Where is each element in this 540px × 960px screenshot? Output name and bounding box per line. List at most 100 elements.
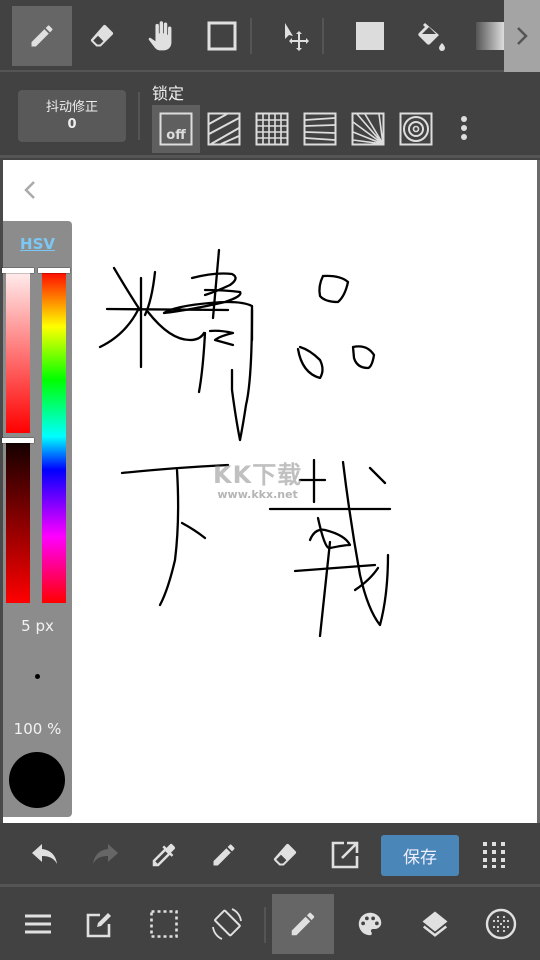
stroke (120, 463, 230, 475)
eraser-icon (273, 843, 297, 866)
chevron-left-icon (24, 181, 35, 199)
bucket-tool-button[interactable] (400, 6, 460, 66)
stroke (318, 274, 350, 304)
stroke (162, 288, 254, 342)
nav-color-button[interactable] (339, 894, 401, 954)
stroke (293, 563, 377, 573)
hamburger-icon (25, 914, 51, 934)
toolbar-divider (138, 92, 140, 140)
dotted-circle-icon (485, 908, 517, 940)
lock-off-icon: off (159, 112, 193, 146)
stroke (368, 466, 387, 485)
lock-off-button[interactable]: off (152, 105, 200, 153)
drawing-strokes (98, 248, 392, 638)
stroke (98, 308, 140, 349)
current-color-swatch[interactable] (9, 752, 65, 808)
layers-icon (422, 911, 448, 937)
lock-off-text: off (166, 128, 186, 143)
eyedropper-button[interactable] (140, 831, 188, 879)
value-slider-handle[interactable] (2, 438, 34, 443)
stroke (318, 540, 332, 638)
palette-icon (358, 912, 382, 936)
nav-menu-button[interactable] (7, 894, 69, 954)
redo-icon (93, 844, 118, 864)
stroke (208, 329, 235, 347)
bottom-navigation (0, 887, 540, 960)
hand-tool-button[interactable] (132, 6, 192, 66)
export-button[interactable] (321, 831, 369, 879)
dotted-selection-icon (150, 910, 178, 938)
nav-materials-button[interactable] (470, 894, 532, 954)
stabilizer-label: 抖动修正 (45, 100, 98, 115)
paint-bucket-icon (418, 23, 445, 51)
lock-parallel-button[interactable] (200, 105, 248, 153)
eraser-icon (90, 24, 114, 47)
grid-dots-icon (483, 842, 505, 868)
lock-radial-button[interactable] (344, 105, 392, 153)
more-menu-button[interactable] (470, 831, 518, 879)
lock-concentric-button[interactable] (392, 105, 440, 153)
fill-shape-tool-button[interactable] (340, 6, 400, 66)
stroke (112, 266, 142, 312)
undo-button[interactable] (21, 831, 69, 879)
pen-tool-button[interactable] (12, 6, 72, 66)
nav-divider (264, 907, 266, 943)
brush-size-value[interactable]: 5 px (3, 617, 72, 635)
filled-square-icon (356, 22, 384, 50)
nav-brush-button[interactable] (272, 894, 334, 954)
toolbar-divider (322, 18, 324, 54)
concentric-circles-icon (399, 112, 433, 146)
top-toolbar (0, 0, 540, 72)
color-panel: HSV 5 px 100 % (2, 221, 72, 817)
action-bar: 保存 (0, 823, 540, 887)
toolbar-scroll-right-button[interactable] (504, 0, 540, 72)
hand-icon (148, 21, 172, 51)
stroke (197, 331, 207, 394)
lock-grid-button[interactable] (248, 105, 296, 153)
nav-selection-button[interactable] (133, 894, 195, 954)
sub-toolbar: 抖动修正 0 锁定 off (0, 72, 540, 158)
redo-button[interactable] (81, 831, 129, 879)
collapse-panel-button[interactable] (19, 178, 43, 202)
save-button[interactable]: 保存 (381, 835, 459, 876)
stroke (230, 308, 254, 442)
saturation-slider-handle[interactable] (2, 268, 34, 273)
hsv-mode-tab[interactable]: HSV (3, 235, 72, 253)
stroke (180, 521, 207, 540)
undo-icon (32, 844, 57, 864)
gradient-icon (476, 22, 504, 50)
eyedropper-icon (152, 843, 176, 867)
rectangle-tool-button[interactable] (192, 6, 252, 66)
edit-square-icon (86, 913, 111, 938)
saturation-slider[interactable] (2, 268, 34, 433)
value-slider[interactable] (2, 438, 34, 603)
nav-layers-button[interactable] (404, 894, 466, 954)
toolbar-divider (250, 18, 252, 54)
hue-slider-handle[interactable] (38, 268, 70, 273)
stroke (351, 345, 376, 370)
lock-label: 锁定 (152, 84, 185, 103)
pen-button[interactable] (200, 831, 248, 879)
radial-lines-icon (351, 112, 385, 146)
eraser-button[interactable] (261, 831, 309, 879)
stroke (158, 468, 180, 607)
hue-slider[interactable] (38, 268, 70, 603)
rectangle-outline-icon (207, 21, 237, 51)
external-link-icon (331, 841, 359, 869)
pencil-icon (213, 844, 235, 866)
rotate-device-icon (212, 908, 242, 940)
drawing-canvas[interactable]: KK下载 www.kkx.net HSV 5 px 100 % (2, 160, 537, 823)
lock-vanishing-button[interactable] (296, 105, 344, 153)
grid-icon (255, 112, 289, 146)
eraser-tool-button[interactable] (72, 6, 132, 66)
chevron-right-icon (517, 27, 528, 45)
lock-more-button[interactable] (440, 105, 488, 153)
stabilizer-value: 0 (67, 117, 77, 132)
move-tool-button[interactable] (266, 6, 326, 66)
nav-rotate-button[interactable] (196, 894, 258, 954)
nav-edit-button[interactable] (69, 894, 131, 954)
pencil-icon (291, 912, 315, 936)
stabilizer-button[interactable]: 抖动修正 0 (18, 90, 126, 142)
opacity-value[interactable]: 100 % (3, 720, 72, 738)
stroke (211, 248, 221, 320)
